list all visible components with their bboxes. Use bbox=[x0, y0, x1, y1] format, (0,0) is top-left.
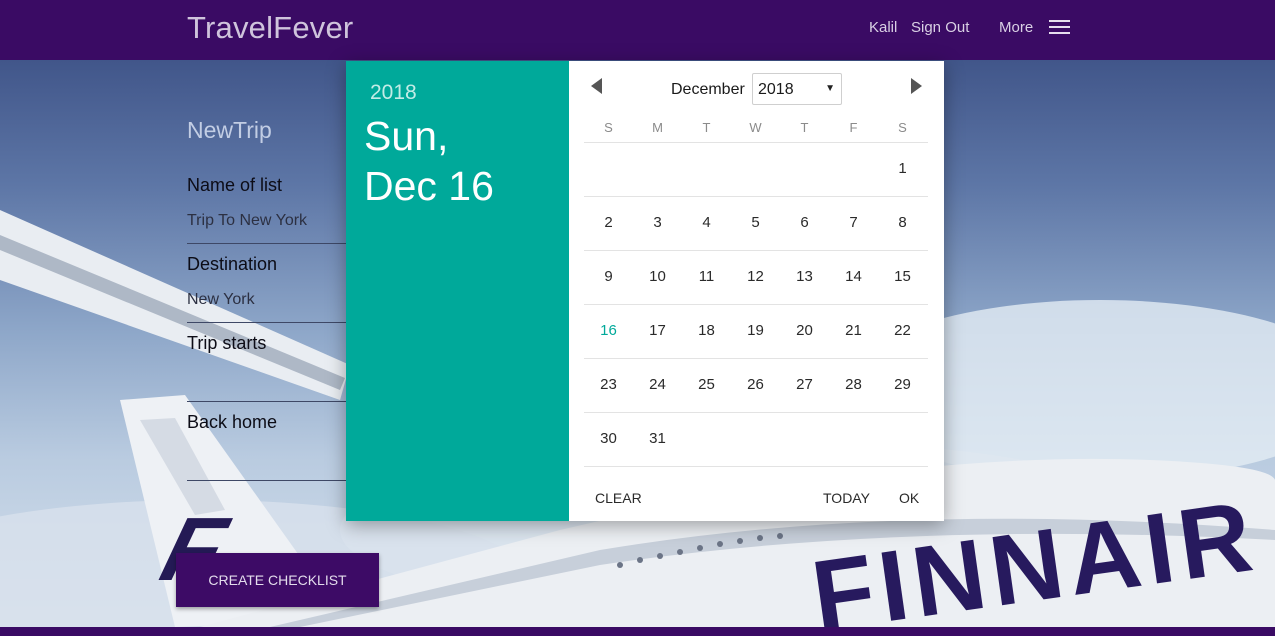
back-home-label: Back home bbox=[187, 412, 278, 432]
trip-starts-underline bbox=[187, 401, 347, 402]
date-picker-modal: 2018 Sun, Dec 16 December 2018 ▼ SMTWTFS… bbox=[346, 61, 944, 521]
calendar-day[interactable]: 2 bbox=[584, 208, 633, 238]
create-checklist-button[interactable]: CREATE CHECKLIST bbox=[176, 553, 379, 607]
name-of-list-label: Name of list bbox=[187, 175, 283, 195]
header-year[interactable]: 2018 bbox=[370, 81, 417, 105]
name-of-list-underline bbox=[187, 243, 347, 244]
calendar-day[interactable]: 6 bbox=[780, 208, 829, 238]
year-select[interactable]: 2018 ▼ bbox=[752, 73, 842, 105]
header-day: Dec 16 bbox=[364, 163, 494, 209]
calendar-day[interactable]: 30 bbox=[584, 424, 633, 454]
weekday-label: M bbox=[652, 120, 663, 135]
weekday-label: S bbox=[604, 120, 613, 135]
weekday-label: T bbox=[702, 120, 711, 135]
footer-bar bbox=[0, 627, 1275, 636]
calendar-day[interactable]: 9 bbox=[584, 262, 633, 292]
back-home-underline bbox=[187, 480, 347, 481]
calendar-day[interactable]: 19 bbox=[731, 316, 780, 346]
date-picker-header: 2018 Sun, Dec 16 bbox=[346, 61, 569, 521]
sign-out-link[interactable]: Sign Out bbox=[911, 19, 969, 36]
destination-input[interactable]: New York bbox=[187, 291, 255, 309]
calendar-day[interactable]: 29 bbox=[878, 370, 927, 400]
header-selected-date: Sun, Dec 16 bbox=[364, 111, 564, 211]
trip-starts-label: Trip starts bbox=[187, 333, 267, 353]
prev-month-arrow-icon[interactable] bbox=[591, 78, 602, 94]
weekday-label: T bbox=[800, 120, 809, 135]
weekday-label: F bbox=[849, 120, 858, 135]
next-month-arrow-icon[interactable] bbox=[911, 78, 922, 94]
ok-button[interactable]: OK bbox=[899, 490, 919, 506]
calendar-body: December 2018 ▼ SMTWTFS 1 2 3 4 5 6 7 8 9 10 11 12 1… bbox=[569, 61, 944, 521]
calendar-day[interactable]: 31 bbox=[633, 424, 682, 454]
calendar-day[interactable]: 21 bbox=[829, 316, 878, 346]
destination-underline bbox=[187, 322, 347, 323]
calendar-day[interactable]: 25 bbox=[682, 370, 731, 400]
calendar-day[interactable]: 22 bbox=[878, 316, 927, 346]
more-link[interactable]: More bbox=[999, 19, 1033, 36]
calendar-day[interactable]: 10 bbox=[633, 262, 682, 292]
calendar-day[interactable]: 11 bbox=[682, 262, 731, 292]
user-name-link[interactable]: Kalil bbox=[869, 19, 897, 36]
calendar-day[interactable]: 26 bbox=[731, 370, 780, 400]
calendar-day[interactable]: 7 bbox=[829, 208, 878, 238]
calendar-day[interactable]: 18 bbox=[682, 316, 731, 346]
destination-label: Destination bbox=[187, 254, 278, 274]
weekday-label: S bbox=[898, 120, 907, 135]
weekday-label: W bbox=[749, 120, 762, 135]
calendar-day[interactable]: 12 bbox=[731, 262, 780, 292]
clear-button[interactable]: CLEAR bbox=[595, 490, 642, 506]
calendar-day[interactable]: 17 bbox=[633, 316, 682, 346]
calendar-day[interactable]: 13 bbox=[780, 262, 829, 292]
calendar-row-divider bbox=[584, 304, 928, 305]
calendar-day[interactable]: 28 bbox=[829, 370, 878, 400]
calendar-day[interactable]: 15 bbox=[878, 262, 927, 292]
month-label: December bbox=[671, 81, 745, 98]
page-title: NewTrip bbox=[187, 117, 272, 143]
calendar-day[interactable]: 4 bbox=[682, 208, 731, 238]
calendar-day[interactable]: 24 bbox=[633, 370, 682, 400]
header-weekday: Sun, bbox=[364, 113, 449, 159]
brand-logo[interactable]: TravelFever bbox=[187, 10, 353, 46]
calendar-day[interactable]: 20 bbox=[780, 316, 829, 346]
weekday-header-row: SMTWTFS bbox=[584, 120, 928, 144]
calendar-day[interactable]: 14 bbox=[829, 262, 878, 292]
dropdown-caret-icon: ▼ bbox=[825, 83, 835, 94]
calendar-row-divider bbox=[584, 196, 928, 197]
calendar-day[interactable]: 27 bbox=[780, 370, 829, 400]
calendar-row-divider bbox=[584, 250, 928, 251]
calendar-day[interactable]: 1 bbox=[878, 154, 927, 184]
calendar-day[interactable]: 5 bbox=[731, 208, 780, 238]
name-of-list-input[interactable]: Trip To New York bbox=[187, 212, 307, 230]
hamburger-icon[interactable] bbox=[1049, 20, 1071, 36]
calendar-row-divider bbox=[584, 358, 928, 359]
calendar-day[interactable]: 23 bbox=[584, 370, 633, 400]
calendar-row-divider bbox=[584, 466, 928, 467]
calendar-row-divider bbox=[584, 412, 928, 413]
calendar-day-selected[interactable]: 16 bbox=[584, 316, 633, 346]
today-button[interactable]: TODAY bbox=[823, 490, 870, 506]
calendar-row-divider bbox=[584, 142, 928, 143]
calendar-day[interactable]: 8 bbox=[878, 208, 927, 238]
year-select-value: 2018 bbox=[758, 81, 794, 98]
calendar-day[interactable]: 3 bbox=[633, 208, 682, 238]
top-navbar: TravelFever Kalil Sign Out More bbox=[0, 0, 1275, 60]
